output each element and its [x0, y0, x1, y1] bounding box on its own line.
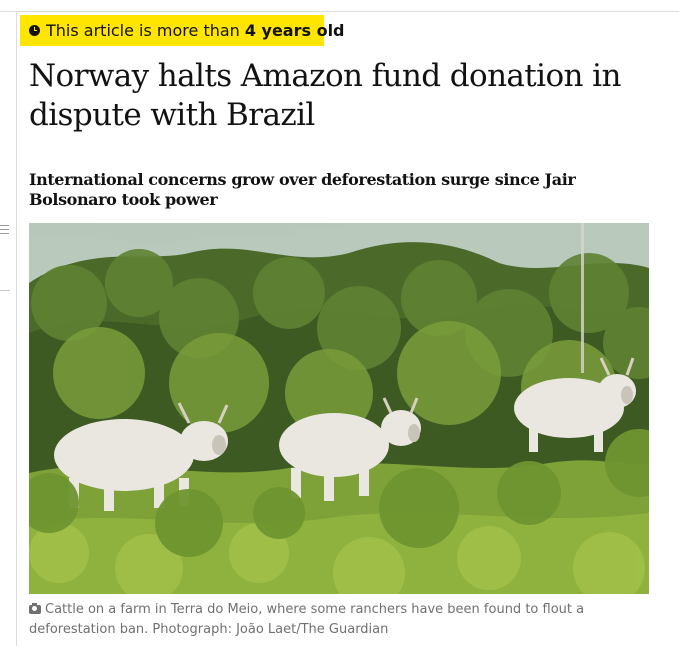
left-edge-marks	[0, 225, 9, 237]
image-caption: Cattle on a farm in Terra do Meio, where…	[29, 600, 661, 640]
clock-icon	[29, 25, 40, 36]
article-standfirst: International concerns grow over defores…	[29, 170, 576, 209]
camera-icon	[29, 603, 41, 614]
article-age-warning: This article is more than 4 years old	[20, 15, 345, 46]
article-headline: Norway halts Amazon fund donation in dis…	[29, 58, 621, 133]
age-warning-age: 4 years old	[244, 21, 345, 40]
main-article-image[interactable]	[29, 223, 649, 594]
left-edge-divider	[0, 290, 10, 291]
left-border	[16, 11, 17, 646]
top-border	[0, 11, 679, 12]
image-caption-text: Cattle on a farm in Terra do Meio, where…	[29, 602, 585, 637]
photo-illustration	[29, 223, 649, 594]
age-warning-prefix: This article is more than	[46, 21, 240, 40]
